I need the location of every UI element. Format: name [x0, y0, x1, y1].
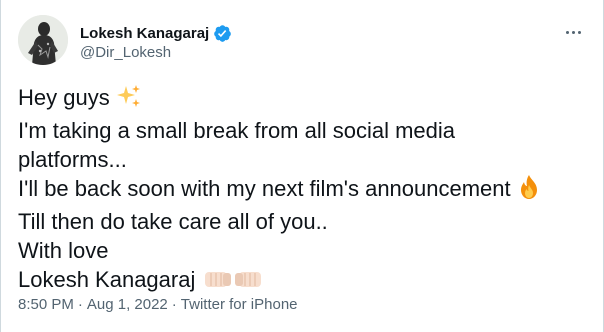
author-handle[interactable]: @Dir_Lokesh	[80, 44, 171, 61]
more-options-icon[interactable]	[563, 22, 583, 42]
tweet-source[interactable]: Twitter for iPhone	[181, 296, 298, 313]
meta-separator: ·	[171, 296, 177, 313]
tweet-text: Hey guys I'm taking a small break from a…	[18, 83, 588, 299]
fire-icon	[517, 174, 541, 208]
tweet-line: platforms...	[18, 146, 127, 172]
tweet-line: Till then do take care all of you..	[18, 209, 328, 235]
tweet-date[interactable]: Aug 1, 2022	[87, 296, 168, 313]
sparkles-icon	[116, 83, 142, 117]
avatar[interactable]	[18, 15, 68, 65]
verified-badge-icon	[213, 24, 232, 43]
tweet-metadata: 8:50 PM · Aug 1, 2022 · Twitter for iPhone	[18, 296, 298, 313]
tweet-line: Hey guys	[18, 83, 588, 117]
tweet-time[interactable]: 8:50 PM	[18, 296, 74, 313]
tweet-card: Lokesh Kanagaraj @Dir_Lokesh Hey guys I'…	[0, 0, 604, 332]
meta-separator: ·	[77, 296, 83, 313]
tweet-line: Lokesh Kanagaraj	[18, 266, 588, 299]
fist-bump-icon	[201, 267, 265, 299]
author-display-name[interactable]: Lokesh Kanagaraj	[80, 25, 209, 42]
tweet-line: With love	[18, 237, 109, 263]
avatar-image	[18, 15, 68, 65]
author-name-row: Lokesh Kanagaraj	[80, 23, 232, 43]
tweet-line: I'll be back soon with my next film's an…	[18, 174, 588, 208]
tweet-line: I'm taking a small break from all social…	[18, 117, 456, 143]
